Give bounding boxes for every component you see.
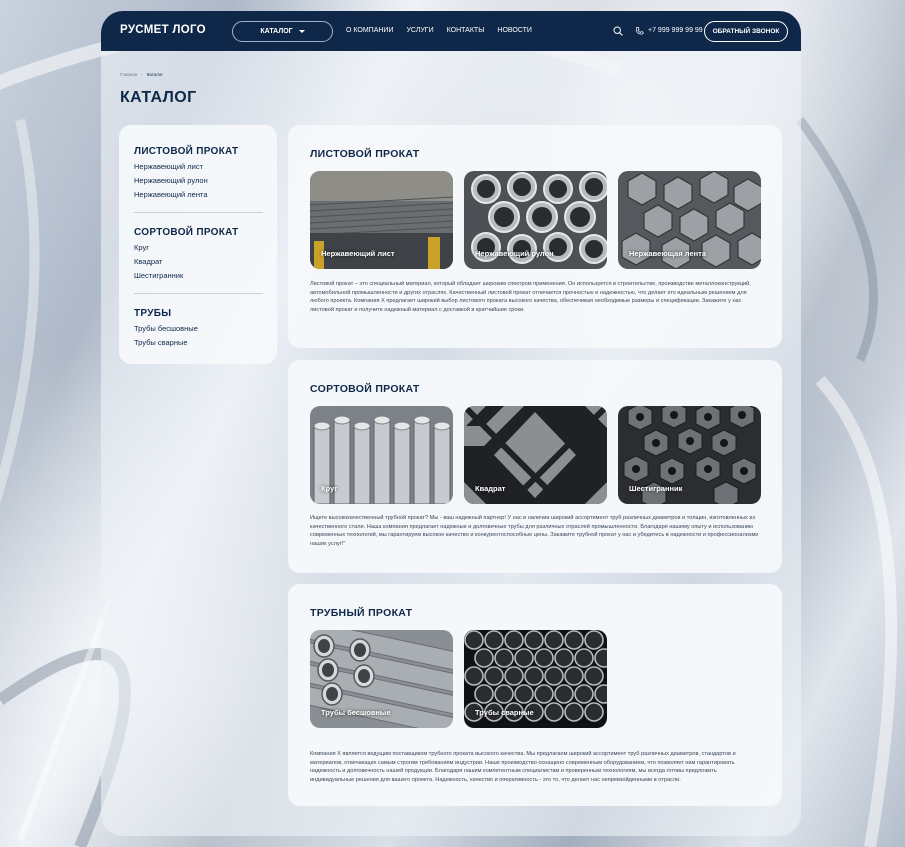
section-sheet-products: ЛИСТОВОЙ ПРОКАТ Нержавеющий лист Нержаве… bbox=[288, 125, 782, 348]
card-label: Трубы сварные bbox=[475, 708, 534, 717]
product-card-round[interactable]: Круг bbox=[310, 406, 453, 504]
nav-link-contacts[interactable]: КОНТАКТЫ bbox=[447, 27, 485, 34]
nav-link-about[interactable]: О КОМПАНИИ bbox=[346, 27, 393, 34]
breadcrumb-home[interactable]: Главная bbox=[120, 72, 137, 77]
sidebar-group-long: СОРТОВОЙ ПРОКАТ Круг Квадрат Шестигранни… bbox=[134, 227, 263, 283]
section-description: Ищете высококачественный трубной прокат?… bbox=[310, 515, 759, 547]
product-card-welded-pipes[interactable]: Трубы сварные bbox=[464, 630, 607, 728]
sidebar-item-round[interactable]: Круг bbox=[134, 241, 263, 255]
section-title: ЛИСТОВОЙ ПРОКАТ bbox=[310, 148, 420, 160]
sidebar-item-hexagon[interactable]: Шестигранник bbox=[134, 269, 263, 283]
nav-link-services[interactable]: УСЛУГИ bbox=[406, 27, 433, 34]
main-nav: О КОМПАНИИ УСЛУГИ КОНТАКТЫ НОВОСТИ bbox=[346, 27, 532, 34]
catalog-button-label: КАТАЛОГ bbox=[260, 28, 293, 35]
breadcrumb: Главная - Каталог bbox=[120, 72, 163, 77]
section-title: ТРУБНЫЙ ПРОКАТ bbox=[310, 607, 413, 619]
search-icon[interactable] bbox=[613, 26, 623, 36]
section-description: Листовой прокат – это специальный матери… bbox=[310, 281, 751, 313]
card-label: Круг bbox=[321, 484, 338, 493]
sidebar-item-welded-pipes[interactable]: Трубы сварные bbox=[134, 336, 263, 350]
product-cards: Круг Квадрат Шестигранник bbox=[310, 406, 761, 504]
card-label: Трубы бесшовные bbox=[321, 708, 391, 717]
sidebar-group-title[interactable]: СОРТОВОЙ ПРОКАТ bbox=[134, 227, 263, 238]
nav-link-news[interactable]: НОВОСТИ bbox=[497, 27, 532, 34]
callback-button[interactable]: ОБРАТНЫЙ ЗВОНОК bbox=[704, 21, 788, 42]
breadcrumb-separator: - bbox=[141, 72, 143, 77]
sidebar-item-seamless-pipes[interactable]: Трубы бесшовные bbox=[134, 322, 263, 336]
chevron-down-icon bbox=[298, 30, 305, 33]
catalog-sidebar: ЛИСТОВОЙ ПРОКАТ Нержавеющий лист Нержаве… bbox=[119, 125, 277, 364]
site-logo[interactable]: РУСМЕТ ЛОГО bbox=[120, 24, 206, 36]
product-card-square[interactable]: Квадрат bbox=[464, 406, 607, 504]
phone-icon bbox=[635, 27, 644, 35]
card-label: Шестигранник bbox=[629, 484, 683, 493]
section-title: СОРТОВОЙ ПРОКАТ bbox=[310, 383, 420, 395]
sidebar-divider bbox=[134, 212, 263, 213]
product-cards: Нержавеющий лист Нержавеющий рулон Нержа… bbox=[310, 171, 761, 269]
sidebar-item-stainless-sheet[interactable]: Нержавеющий лист bbox=[134, 160, 263, 174]
sidebar-group-pipes: ТРУБЫ Трубы бесшовные Трубы сварные bbox=[134, 308, 263, 350]
top-navigation-bar: РУСМЕТ ЛОГО КАТАЛОГ О КОМПАНИИ УСЛУГИ КО… bbox=[101, 11, 801, 51]
sidebar-item-stainless-strip[interactable]: Нержавеющий лента bbox=[134, 188, 263, 202]
sidebar-group-title[interactable]: ЛИСТОВОЙ ПРОКАТ bbox=[134, 146, 263, 157]
sidebar-divider bbox=[134, 293, 263, 294]
product-card-hexagon[interactable]: Шестигранник bbox=[618, 406, 761, 504]
card-label: Нержавеющая лента bbox=[629, 249, 706, 258]
catalog-dropdown-button[interactable]: КАТАЛОГ bbox=[232, 21, 333, 42]
card-label: Квадрат bbox=[475, 484, 506, 493]
sidebar-group-sheet: ЛИСТОВОЙ ПРОКАТ Нержавеющий лист Нержаве… bbox=[134, 146, 263, 202]
sidebar-item-square[interactable]: Квадрат bbox=[134, 255, 263, 269]
product-card-stainless-strip[interactable]: Нержавеющая лента bbox=[618, 171, 761, 269]
breadcrumb-current: Каталог bbox=[146, 72, 163, 77]
sidebar-group-title[interactable]: ТРУБЫ bbox=[134, 308, 263, 319]
phone-number[interactable]: +7 999 999 99 99 bbox=[648, 27, 703, 34]
sidebar-item-stainless-coil[interactable]: Нержавеющий рулон bbox=[134, 174, 263, 188]
product-card-stainless-coil[interactable]: Нержавеющий рулон bbox=[464, 171, 607, 269]
card-label: Нержавеющий рулон bbox=[475, 249, 554, 258]
page-container: РУСМЕТ ЛОГО КАТАЛОГ О КОМПАНИИ УСЛУГИ КО… bbox=[101, 11, 801, 836]
section-pipe-products: ТРУБНЫЙ ПРОКАТ Трубы бесшовные Трубы сва… bbox=[288, 584, 782, 806]
section-description: Компания X является ведущим поставщиком … bbox=[310, 751, 736, 783]
product-cards: Трубы бесшовные Трубы сварные bbox=[310, 630, 607, 728]
section-long-products: СОРТОВОЙ ПРОКАТ Круг Квадрат Шестигранни… bbox=[288, 360, 782, 573]
product-card-stainless-sheet[interactable]: Нержавеющий лист bbox=[310, 171, 453, 269]
product-card-seamless-pipes[interactable]: Трубы бесшовные bbox=[310, 630, 453, 728]
page-title: КАТАЛОГ bbox=[120, 89, 197, 106]
card-label: Нержавеющий лист bbox=[321, 249, 395, 258]
